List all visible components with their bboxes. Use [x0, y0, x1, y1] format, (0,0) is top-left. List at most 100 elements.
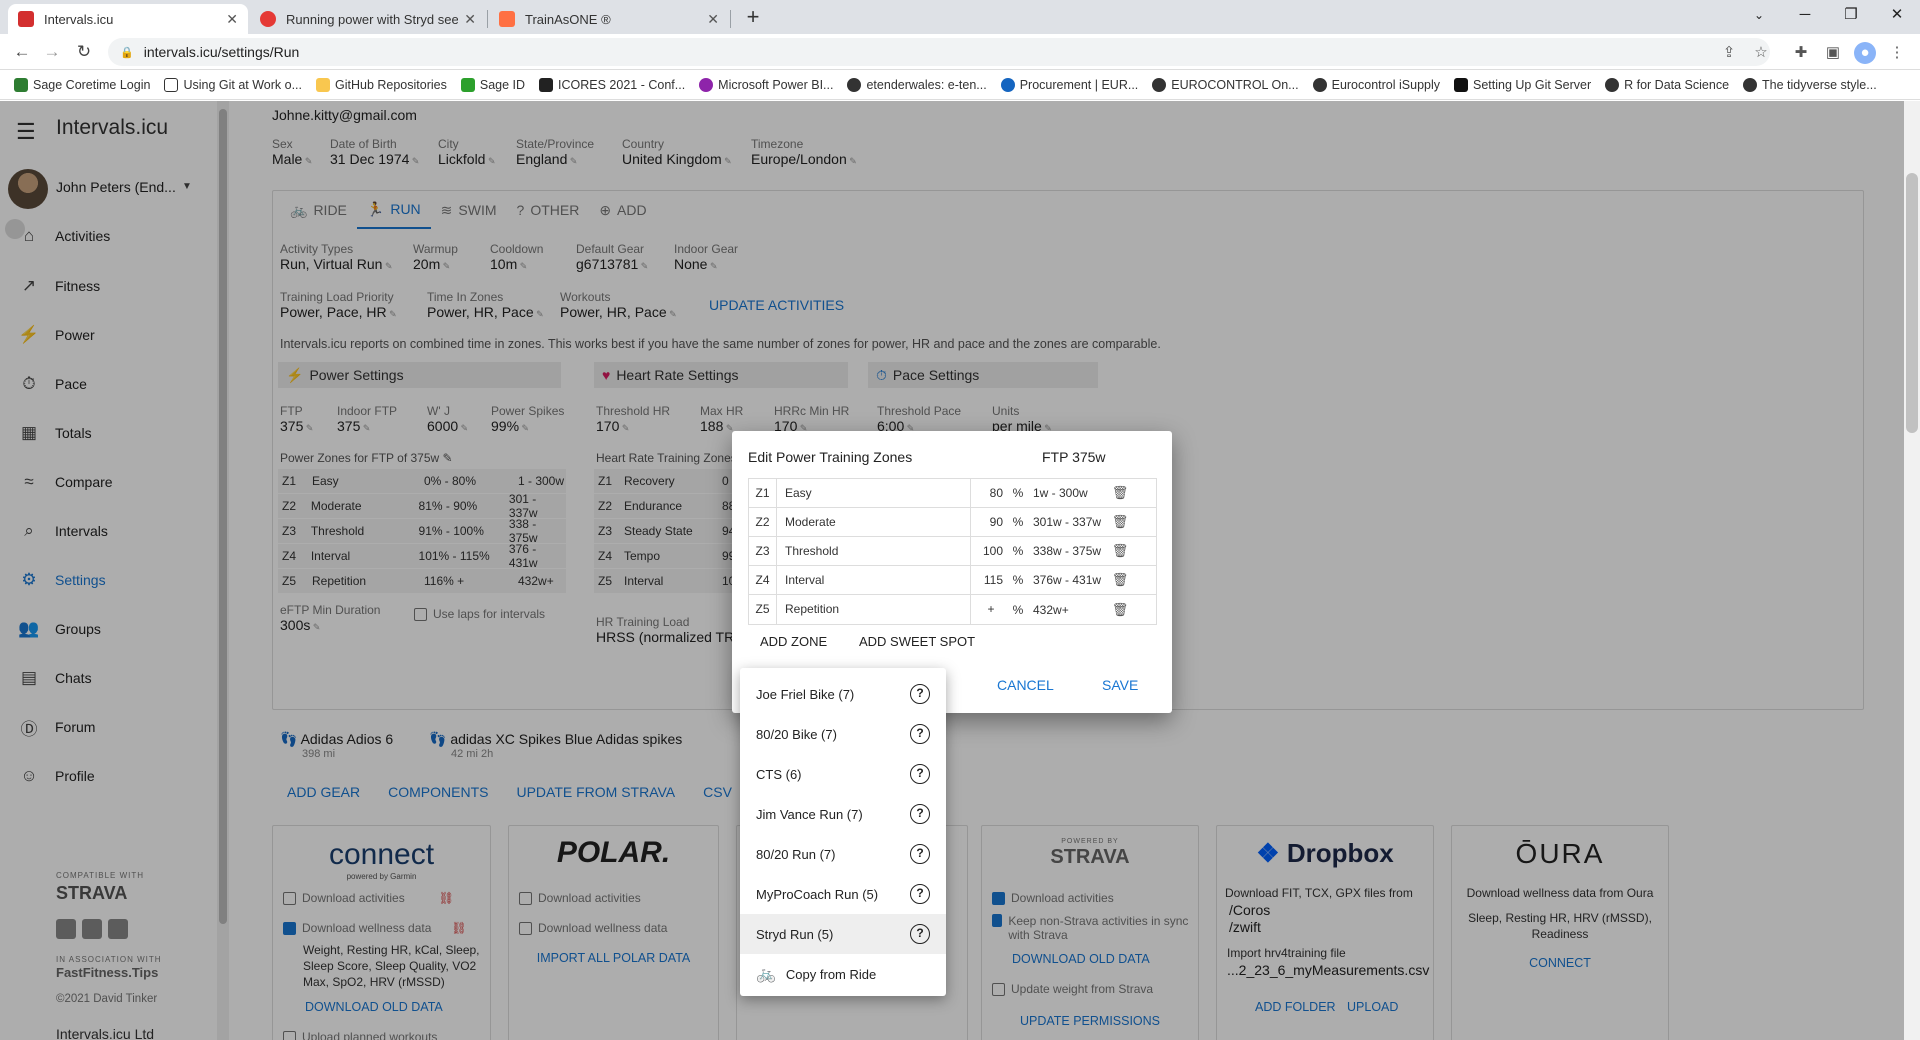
bookmark-item[interactable]: Sage ID — [460, 77, 525, 92]
zone-preset-menu: Joe Friel Bike (7)? 80/20 Bike (7)? CTS … — [740, 668, 946, 996]
bookmark-item[interactable]: Procurement | EUR... — [1000, 77, 1138, 92]
close-window-icon[interactable]: ✕ — [1874, 0, 1920, 30]
bookmark-label: GitHub Repositories — [335, 77, 447, 92]
help-icon[interactable]: ? — [910, 924, 930, 944]
delete-icon[interactable]: 🗑 — [1109, 602, 1131, 618]
add-sweet-spot-button[interactable]: ADD SWEET SPOT — [859, 634, 975, 649]
address-toolbar: ← → ↻ 🔒 intervals.icu/settings/Run ⇪ ☆ ✚… — [0, 34, 1920, 70]
delete-icon[interactable]: 🗑 — [1109, 572, 1131, 588]
zone-percent-input[interactable]: 90 — [971, 508, 1011, 536]
bookmark-item[interactable]: Eurocontrol iSupply — [1312, 77, 1440, 92]
tab-search-icon[interactable]: ⌄ — [1736, 0, 1782, 30]
tab-title: Intervals.icu — [44, 11, 114, 27]
help-icon[interactable]: ? — [910, 844, 930, 864]
zone-name-input[interactable]: Moderate — [777, 508, 971, 536]
browser-tab-stryd[interactable]: Running power with Stryd seems ✕ — [250, 4, 486, 34]
extensions-icon[interactable]: ✚ — [1790, 42, 1812, 64]
restore-icon[interactable]: ❐ — [1828, 0, 1874, 30]
cancel-button[interactable]: CANCEL — [997, 677, 1054, 693]
bookmark-item[interactable]: Microsoft Power BI... — [699, 77, 834, 92]
bookmark-star-icon[interactable]: ☆ — [1750, 42, 1772, 64]
folder-icon — [316, 77, 330, 92]
menu-item-myprocoach-run[interactable]: MyProCoach Run (5)? — [740, 874, 946, 914]
bookmark-label: Microsoft Power BI... — [718, 77, 834, 92]
save-button[interactable]: SAVE — [1102, 677, 1138, 693]
bookmarks-bar: Sage Coretime Login Using Git at Work o.… — [0, 70, 1920, 100]
help-icon[interactable]: ? — [910, 804, 930, 824]
zone-name-input[interactable]: Interval — [777, 566, 971, 594]
minimize-icon[interactable]: ─ — [1782, 0, 1828, 30]
menu-item-80-20-bike[interactable]: 80/20 Bike (7)? — [740, 714, 946, 754]
bookmark-icon — [14, 77, 28, 92]
url-bar[interactable]: 🔒 intervals.icu/settings/Run — [108, 38, 1770, 66]
new-tab-icon[interactable]: + — [738, 4, 768, 30]
intervals-favicon-icon — [18, 11, 34, 27]
add-zone-button[interactable]: ADD ZONE — [760, 634, 827, 649]
zone-percent-input[interactable]: 80 — [971, 479, 1011, 507]
help-icon[interactable]: ? — [910, 884, 930, 904]
bookmark-item[interactable]: EUROCONTROL On... — [1152, 77, 1299, 92]
forward-icon[interactable]: → — [40, 40, 64, 64]
menu-item-cts[interactable]: CTS (6)? — [740, 754, 946, 794]
zone-id: Z4 — [749, 566, 777, 594]
browser-tab-trainasone[interactable]: TrainAsONE ® ✕ — [489, 4, 729, 34]
bookmark-item[interactable]: GitHub Repositories — [316, 77, 447, 92]
bookmark-label: EUROCONTROL On... — [1171, 77, 1299, 92]
menu-item-copy-from-ride[interactable]: 🚲 Copy from Ride — [740, 954, 946, 994]
zone-percent-input[interactable]: + — [971, 595, 1011, 624]
close-tab-icon[interactable]: ✕ — [226, 11, 238, 28]
bookmark-icon — [164, 77, 179, 92]
bookmark-label: Setting Up Git Server — [1473, 77, 1592, 92]
menu-item-80-20-run[interactable]: 80/20 Run (7)? — [740, 834, 946, 874]
close-tab-icon[interactable]: ✕ — [464, 11, 476, 28]
menu-item-stryd-run[interactable]: Stryd Run (5)? — [740, 914, 946, 954]
bookmark-item[interactable]: ICORES 2021 - Conf... — [539, 77, 685, 92]
zone-name-input[interactable]: Repetition — [777, 595, 971, 624]
bookmark-item[interactable]: The tidyverse style... — [1743, 77, 1877, 92]
close-tab-icon[interactable]: ✕ — [707, 11, 719, 28]
trainasone-favicon-icon — [499, 11, 515, 27]
bookmark-icon — [1152, 77, 1167, 92]
menu-item-joe-friel-bike[interactable]: Joe Friel Bike (7)? — [740, 674, 946, 714]
help-icon[interactable]: ? — [910, 764, 930, 784]
delete-icon[interactable]: 🗑 — [1109, 514, 1131, 530]
tab-title: TrainAsONE ® — [525, 11, 611, 27]
delete-icon[interactable]: 🗑 — [1109, 543, 1131, 559]
zone-name-input[interactable]: Easy — [777, 479, 971, 507]
side-panel-icon[interactable]: ▣ — [1822, 42, 1844, 64]
bookmark-icon — [1312, 77, 1327, 92]
help-icon[interactable]: ? — [910, 684, 930, 704]
bookmark-label: R for Data Science — [1624, 77, 1730, 92]
menu-item-label: Jim Vance Run (7) — [756, 806, 863, 822]
table-row: Z4 Interval 115% 376w - 431w 🗑 — [749, 566, 1156, 595]
zone-percent-input[interactable]: 100 — [971, 537, 1011, 565]
bookmark-item[interactable]: R for Data Science — [1605, 77, 1730, 92]
profile-avatar-icon[interactable]: ● — [1854, 42, 1876, 64]
zone-id: Z3 — [749, 537, 777, 565]
bookmark-item[interactable]: Setting Up Git Server — [1454, 77, 1592, 92]
menu-item-label: Joe Friel Bike (7) — [756, 686, 855, 702]
percent-sign: % — [1012, 486, 1024, 500]
zone-percent-input[interactable]: 115 — [971, 566, 1011, 594]
back-icon[interactable]: ← — [10, 40, 34, 64]
bookmark-item[interactable]: Using Git at Work o... — [164, 77, 302, 92]
menu-item-label: Copy from Ride — [785, 966, 877, 982]
bookmark-item[interactable]: Sage Coretime Login — [14, 77, 151, 92]
zone-id: Z5 — [749, 595, 777, 624]
tab-separator — [487, 10, 488, 28]
zone-name-input[interactable]: Threshold — [777, 537, 971, 565]
browser-menu-icon[interactable]: ⋮ — [1886, 42, 1908, 64]
zone-id: Z2 — [749, 508, 777, 536]
reload-icon[interactable]: ↻ — [72, 40, 96, 64]
bookmark-item[interactable]: etenderwales: e-ten... — [847, 77, 987, 92]
url-text: intervals.icu/settings/Run — [143, 44, 300, 60]
bookmark-label: Sage Coretime Login — [33, 77, 151, 92]
main-scroll-thumb[interactable] — [1906, 173, 1918, 433]
share-icon[interactable]: ⇪ — [1718, 42, 1740, 64]
delete-icon[interactable]: 🗑 — [1109, 485, 1131, 501]
menu-item-label: 80/20 Bike (7) — [756, 726, 837, 742]
menu-item-label: CTS (6) — [756, 766, 802, 782]
menu-item-jim-vance-run[interactable]: Jim Vance Run (7)? — [740, 794, 946, 834]
help-icon[interactable]: ? — [910, 724, 930, 744]
browser-tab-intervals[interactable]: Intervals.icu ✕ — [8, 4, 248, 34]
